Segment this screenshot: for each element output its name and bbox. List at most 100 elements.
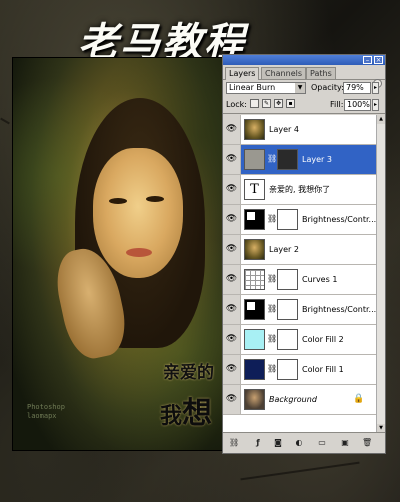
artwork-left-eye [109, 198, 127, 204]
fill-label: Fill: [330, 100, 344, 109]
curves-icon [244, 269, 265, 290]
visibility-eye-icon[interactable]: 👁 [223, 385, 241, 414]
artwork-canvas: 亲爱的 我想 Photoshop laomapx [12, 57, 236, 451]
layer-name: Layer 2 [269, 245, 299, 254]
lock-position-icon[interactable]: ✥ [274, 99, 283, 108]
crack-decoration [240, 461, 360, 481]
new-layer-icon[interactable]: ▣ [340, 438, 350, 448]
fill-input[interactable]: 100% [344, 99, 371, 111]
artwork-text-line1: 亲爱的 [163, 363, 214, 383]
layer-name: Layer 3 [302, 155, 332, 164]
layer-style-icon[interactable]: ƒ [253, 438, 263, 448]
opacity-input[interactable]: 79% [343, 82, 371, 94]
layers-scrollbar[interactable]: ▲ ▼ [376, 115, 385, 433]
mask-link-icon[interactable]: ⛓ [267, 274, 277, 283]
layer-mask-thumbnail[interactable] [277, 329, 298, 350]
layer-name: Layer 4 [269, 125, 299, 134]
add-mask-icon[interactable]: ◙ [273, 438, 283, 448]
layer-name: Color Fill 2 [302, 335, 344, 344]
delete-layer-icon[interactable]: 🗑 [362, 438, 372, 448]
artwork-text-line2: 我想 [160, 388, 212, 432]
lock-pixels-icon[interactable]: ✎ [262, 99, 271, 108]
lock-transparency-icon[interactable] [250, 99, 259, 108]
panel-titlebar[interactable]: – × [223, 55, 385, 65]
artwork-credit-line2: laomapx [27, 412, 57, 420]
mask-link-icon[interactable]: ⛓ [267, 154, 277, 163]
layer-row[interactable]: 👁 ⛓ Brightness/Contr... [223, 295, 376, 325]
mask-link-icon[interactable]: ⛓ [267, 364, 277, 373]
layer-name: Brightness/Contr... [302, 305, 377, 314]
layer-mask-thumbnail[interactable] [277, 149, 298, 170]
layer-row[interactable]: 👁 ⛓ Curves 1 [223, 265, 376, 295]
visibility-eye-icon[interactable]: 👁 [223, 295, 241, 324]
layer-row[interactable]: 👁 Background 🔒 [223, 385, 376, 415]
artwork-text-small: 我 [160, 403, 183, 429]
layer-name: Background [269, 395, 317, 404]
layer-name: Color Fill 1 [302, 365, 344, 374]
blend-row: Linear Burn ▼ Opacity: 79% ▸ [223, 80, 385, 96]
tab-channels[interactable]: Channels [261, 67, 307, 79]
layer-mask-thumbnail[interactable] [277, 299, 298, 320]
blend-mode-value: Linear Burn [229, 83, 276, 92]
type-layer-icon: T [244, 179, 265, 200]
tab-layers[interactable]: Layers [225, 67, 260, 80]
layer-row[interactable]: 👁 ⛓ Color Fill 2 [223, 325, 376, 355]
artwork-face [93, 148, 183, 278]
layer-mask-thumbnail[interactable] [277, 209, 298, 230]
layer-mask-thumbnail[interactable] [277, 269, 298, 290]
visibility-eye-icon[interactable]: 👁 [223, 265, 241, 294]
chevron-down-icon: ▼ [295, 83, 305, 93]
adjustment-layer-icon[interactable]: ◐ [294, 438, 304, 448]
layer-thumbnail [244, 239, 265, 260]
layer-mask-thumbnail[interactable] [277, 359, 298, 380]
close-icon[interactable]: × [374, 56, 383, 64]
fill-slider-icon[interactable]: ▸ [372, 99, 379, 111]
opacity-slider-icon[interactable]: ▸ [372, 82, 379, 94]
opacity-label: Opacity: [311, 83, 344, 92]
layer-row[interactable]: 👁 ⛓ Color Fill 1 [223, 355, 376, 385]
scroll-up-icon[interactable]: ▲ [377, 115, 385, 124]
layer-row[interactable]: 👁 Layer 4 [223, 115, 376, 145]
layer-thumbnail [244, 149, 265, 170]
visibility-eye-icon[interactable]: 👁 [223, 355, 241, 384]
visibility-eye-icon[interactable]: 👁 [223, 325, 241, 354]
layers-panel: – × Layers Channels Paths ▸ Linear Burn ▼… [222, 54, 386, 454]
layer-thumbnail [244, 389, 265, 410]
layer-row[interactable]: 👁 ⛓ Brightness/Contr... [223, 205, 376, 235]
lock-row: Lock: ✎ ✥ ▪ Fill: 100% ▸ [223, 97, 385, 114]
crack-decoration [0, 117, 10, 125]
blend-mode-select[interactable]: Linear Burn ▼ [226, 82, 306, 94]
layers-list: 👁 Layer 4 👁 ⛓ Layer 3 👁 T 亲爱的, 我想你了 👁 ⛓ … [223, 115, 385, 433]
artwork-right-eye [146, 196, 164, 202]
link-icon[interactable]: ⛓ [229, 438, 239, 448]
panel-tabs: Layers Channels Paths ▸ [223, 66, 385, 88]
adjustment-layer-icon [244, 299, 265, 320]
color-fill-swatch [244, 359, 265, 380]
visibility-eye-icon[interactable]: 👁 [223, 235, 241, 264]
mask-link-icon[interactable]: ⛓ [267, 304, 277, 313]
lock-label: Lock: [226, 100, 247, 109]
mask-link-icon[interactable]: ⛓ [267, 214, 277, 223]
adjustment-layer-icon [244, 209, 265, 230]
layer-name: Curves 1 [302, 275, 338, 284]
lock-icon: 🔒 [353, 394, 365, 404]
layer-name: Brightness/Contr... [302, 215, 377, 224]
lock-all-icon[interactable]: ▪ [286, 99, 295, 108]
panel-bottom-bar: ⛓ ƒ ◙ ◐ ▭ ▣ 🗑 [223, 432, 385, 453]
visibility-eye-icon[interactable]: 👁 [223, 145, 241, 174]
visibility-eye-icon[interactable]: 👁 [223, 205, 241, 234]
artwork-credit: Photoshop laomapx [27, 403, 65, 421]
visibility-eye-icon[interactable]: 👁 [223, 175, 241, 204]
layer-name: 亲爱的, 我想你了 [269, 185, 331, 194]
layer-row[interactable]: 👁 T 亲爱的, 我想你了 [223, 175, 376, 205]
artwork-lips [126, 248, 152, 257]
minimize-icon[interactable]: – [363, 56, 372, 64]
tab-paths[interactable]: Paths [306, 67, 336, 79]
artwork-credit-line1: Photoshop [27, 403, 65, 411]
visibility-eye-icon[interactable]: 👁 [223, 115, 241, 144]
layer-row-selected[interactable]: 👁 ⛓ Layer 3 [223, 145, 376, 175]
mask-link-icon[interactable]: ⛓ [267, 334, 277, 343]
artwork-text-big: 想 [182, 396, 213, 431]
layer-row[interactable]: 👁 Layer 2 [223, 235, 376, 265]
new-group-icon[interactable]: ▭ [317, 438, 327, 448]
